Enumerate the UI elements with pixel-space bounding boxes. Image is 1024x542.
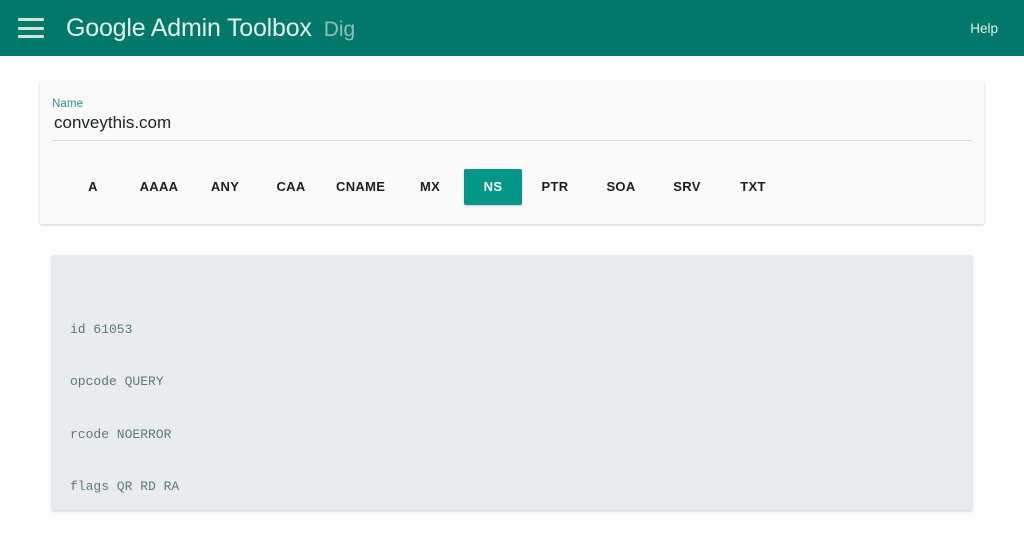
query-card: Name A AAAA ANY CAA CNAME MX NS PTR SOA … (40, 82, 984, 224)
tab-caa[interactable]: CAA (258, 169, 324, 205)
tab-ns[interactable]: NS (464, 169, 522, 205)
dig-results-panel: id 61053 opcode QUERY rcode NOERROR flag… (52, 255, 972, 510)
brand-subtitle: Dig (324, 18, 356, 42)
tab-cname[interactable]: CNAME (324, 169, 396, 205)
name-field-group: Name (52, 98, 972, 141)
tab-srv[interactable]: SRV (654, 169, 720, 205)
tab-any[interactable]: ANY (192, 169, 258, 205)
name-field-label: Name (52, 98, 972, 110)
tab-aaaa[interactable]: AAAA (126, 169, 192, 205)
dig-output: id 61053 opcode QUERY rcode NOERROR flag… (70, 269, 954, 510)
page-body: Name A AAAA ANY CAA CNAME MX NS PTR SOA … (0, 56, 1024, 542)
tab-a[interactable]: A (60, 169, 126, 205)
app-header: Google Admin Toolbox Dig Help (0, 0, 1024, 56)
dig-line-opcode: opcode QUERY (70, 373, 954, 390)
hamburger-menu-icon[interactable] (18, 18, 44, 38)
brand-title: Google Admin Toolbox (66, 14, 312, 43)
dig-line-id: id 61053 (70, 321, 954, 338)
tab-txt[interactable]: TXT (720, 169, 786, 205)
tab-soa[interactable]: SOA (588, 169, 654, 205)
tab-ptr[interactable]: PTR (522, 169, 588, 205)
tab-mx[interactable]: MX (396, 169, 464, 205)
hamburger-bar (18, 27, 44, 30)
hamburger-bar (18, 18, 44, 21)
name-input[interactable] (52, 113, 972, 141)
record-type-tabs: A AAAA ANY CAA CNAME MX NS PTR SOA SRV T… (60, 164, 965, 210)
hamburger-bar (18, 35, 44, 38)
help-link[interactable]: Help (966, 15, 1002, 42)
brand: Google Admin Toolbox Dig (66, 14, 355, 43)
dig-line-rcode: rcode NOERROR (70, 426, 954, 443)
dig-line-flags: flags QR RD RA (70, 478, 954, 495)
